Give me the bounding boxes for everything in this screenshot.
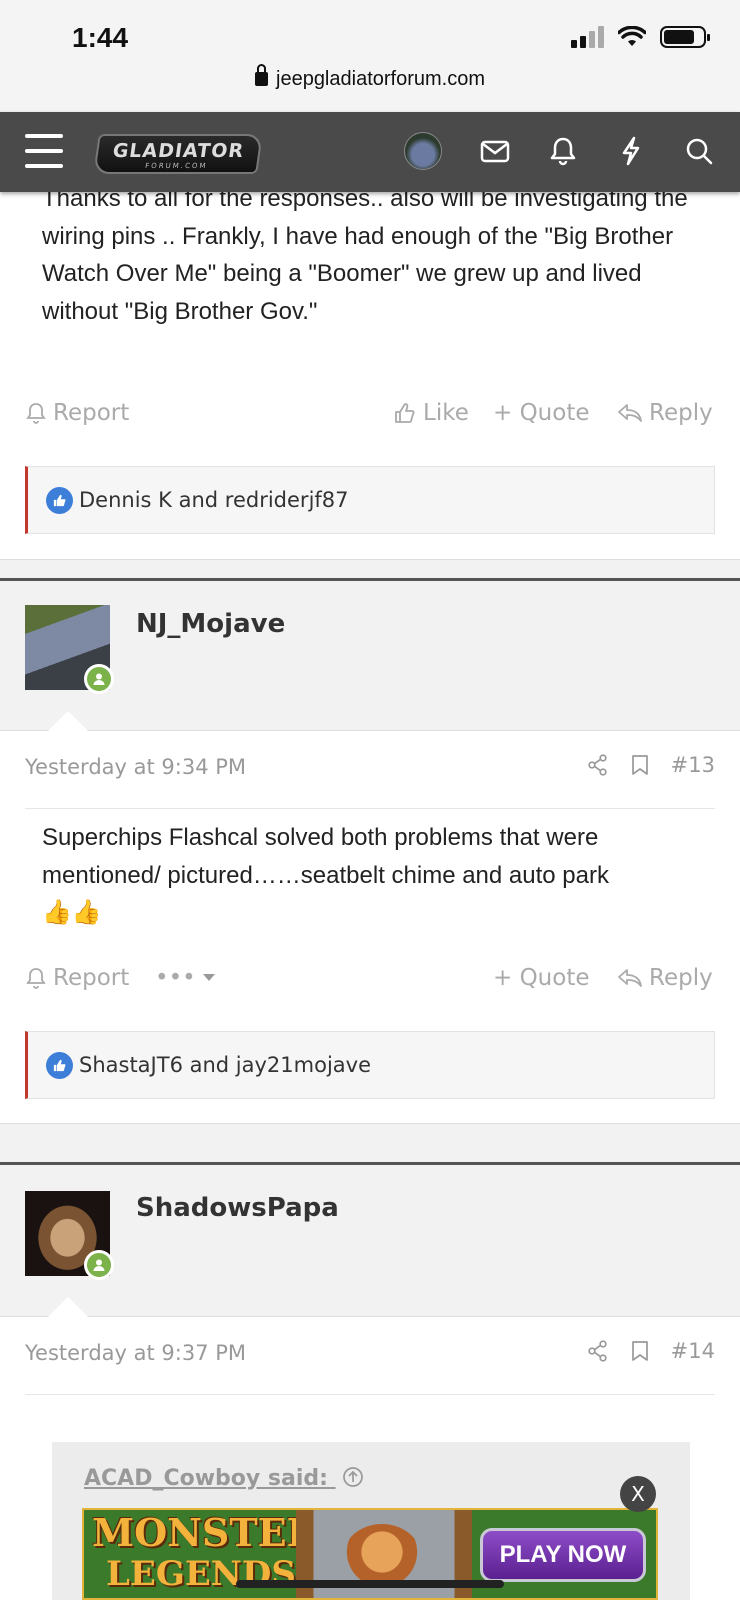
like-reaction-icon	[46, 1051, 73, 1079]
report-button[interactable]: Report	[25, 965, 129, 991]
forum-header: GLADIATOR FORUM.COM	[0, 112, 740, 192]
site-logo[interactable]: GLADIATOR FORUM.COM	[93, 134, 263, 174]
report-button[interactable]: Report	[25, 400, 129, 426]
user-avatar[interactable]	[25, 1191, 114, 1280]
post-meta: Yesterday at 9:37 PM #14	[25, 1317, 715, 1395]
quote-button[interactable]: + Quote	[493, 400, 590, 426]
signal-icon	[571, 26, 604, 48]
post-message: Thanks to all for the responses.. also w…	[42, 185, 688, 325]
post-14-user: ShadowsPapa	[0, 1165, 740, 1317]
bookmark-icon[interactable]	[631, 754, 649, 776]
reactions-text: ShastaJT6 and jay21mojave	[79, 1053, 372, 1077]
bell-outline-icon	[26, 968, 46, 989]
reply-button[interactable]: Reply	[617, 400, 713, 426]
ad-subtitle: LEGENDS	[106, 1554, 296, 1594]
url-bar[interactable]: jeepgladiatorforum.com	[0, 64, 740, 91]
post-notch	[48, 1297, 88, 1317]
ad-title: MONSTER	[92, 1510, 319, 1555]
bolt-icon[interactable]	[612, 132, 650, 170]
thumbs-up-icon	[395, 403, 415, 423]
username[interactable]: NJ_Mojave	[136, 609, 285, 639]
post-date[interactable]: Yesterday at 9:37 PM	[25, 1341, 246, 1365]
quote-author-link[interactable]: ACAD_Cowboy said:	[84, 1466, 364, 1491]
play-now-button[interactable]: PLAY NOW	[480, 1528, 646, 1582]
post-13-body: Yesterday at 9:34 PM #13 Superchips Flas…	[0, 731, 740, 1124]
post-number[interactable]: #13	[671, 753, 715, 777]
reply-button[interactable]: Reply	[617, 965, 713, 991]
home-indicator	[236, 1580, 504, 1588]
user-avatar[interactable]	[25, 605, 114, 694]
post-actions: Report Like + Quote Reply	[25, 400, 715, 440]
share-icon[interactable]	[587, 754, 609, 776]
post-12-body: Thanks to all for the responses.. also w…	[0, 185, 740, 560]
caret-down-icon	[202, 974, 215, 981]
more-options-button[interactable]: •••	[155, 965, 216, 991]
username[interactable]: ShadowsPapa	[136, 1193, 339, 1223]
lock-icon	[255, 64, 268, 86]
reactions-text: Dennis K and redriderjf87	[79, 488, 349, 512]
battery-icon	[660, 26, 710, 48]
share-icon[interactable]	[587, 1340, 609, 1362]
menu-icon[interactable]	[25, 134, 63, 168]
clock: 1:44	[72, 22, 129, 53]
bookmark-icon[interactable]	[631, 1340, 649, 1362]
post-notch	[48, 711, 88, 731]
like-button[interactable]: Like	[393, 400, 469, 426]
arrow-up-circle-icon[interactable]	[342, 1466, 364, 1488]
post-date[interactable]: Yesterday at 9:34 PM	[25, 755, 246, 779]
thumbs-up-emoji: 👍👍	[42, 899, 102, 926]
close-ad-button[interactable]: X	[620, 1476, 656, 1512]
ios-status-bar: 1:44 jeepgladiatorforum.com	[0, 0, 740, 112]
account-avatar[interactable]	[404, 132, 442, 170]
reply-icon	[618, 969, 642, 987]
url-text: jeepgladiatorforum.com	[276, 68, 485, 90]
post-meta: Yesterday at 9:34 PM #13	[25, 731, 715, 809]
post-message: Superchips Flashcal solved both problems…	[42, 824, 609, 926]
bell-icon[interactable]	[544, 132, 582, 170]
online-status-icon	[84, 664, 114, 694]
post-actions: Report ••• + Quote Reply	[25, 965, 715, 1005]
quote-button[interactable]: + Quote	[493, 965, 590, 991]
online-status-icon	[84, 1250, 114, 1280]
reactions-bar[interactable]: ShastaJT6 and jay21mojave	[25, 1031, 715, 1099]
search-icon[interactable]	[680, 132, 718, 170]
post-13-user: NJ_Mojave	[0, 581, 740, 731]
reply-icon	[618, 404, 642, 422]
status-icons	[571, 26, 710, 48]
reactions-bar[interactable]: Dennis K and redriderjf87	[25, 466, 715, 534]
inbox-icon[interactable]	[476, 132, 514, 170]
like-reaction-icon	[46, 486, 73, 514]
bell-outline-icon	[26, 403, 46, 424]
post-number[interactable]: #14	[671, 1339, 715, 1363]
wifi-icon	[618, 26, 646, 46]
